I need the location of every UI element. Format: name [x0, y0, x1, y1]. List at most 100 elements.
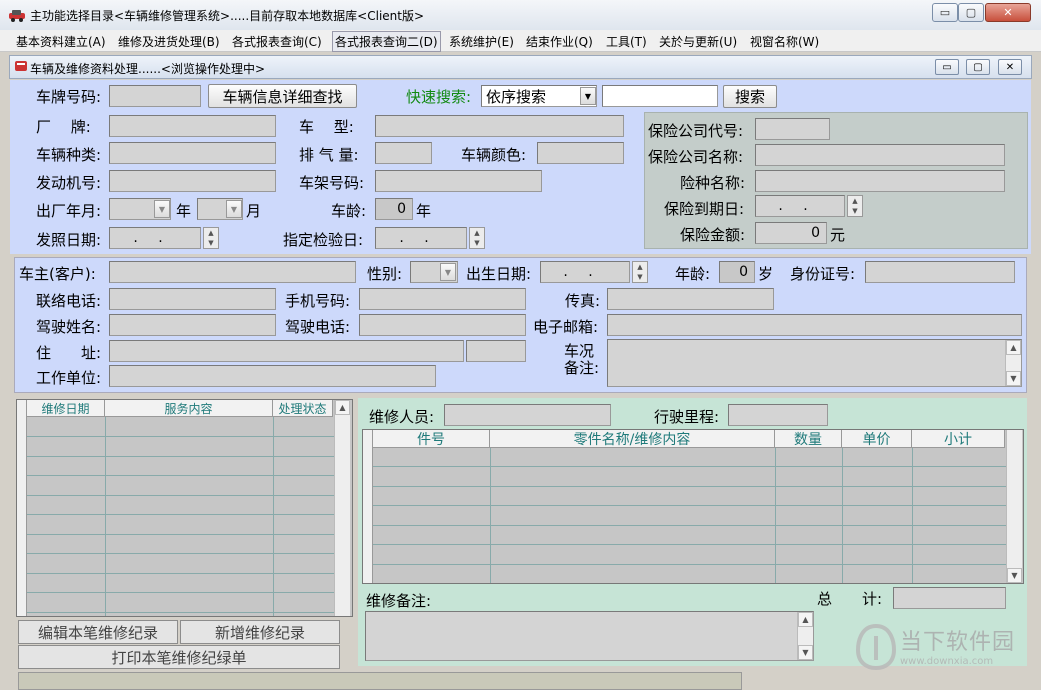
col-quantity[interactable]: 数量 — [775, 430, 842, 448]
scrollbar[interactable]: ▲ ▼ — [1005, 340, 1021, 386]
color-field[interactable] — [537, 142, 624, 164]
scrollbar[interactable]: ▼ — [1006, 430, 1022, 583]
address-field[interactable] — [109, 340, 464, 362]
frame-field[interactable] — [375, 170, 542, 192]
table-row[interactable] — [27, 514, 334, 515]
scrollbar[interactable]: ▲ ▼ — [797, 612, 813, 660]
maximize-button[interactable]: ▢ — [958, 3, 984, 22]
inspect-date-field[interactable]: . . — [375, 227, 467, 249]
menu-repair[interactable]: 维修及进货处理(B) — [118, 33, 220, 50]
driver-name-field[interactable] — [109, 314, 276, 336]
table-row[interactable] — [27, 436, 334, 437]
search-button[interactable]: 搜索 — [723, 85, 777, 108]
dropdown-arrow-icon[interactable]: ▼ — [226, 200, 242, 218]
driver-phone-field[interactable] — [359, 314, 526, 336]
fax-label: 传真: — [565, 292, 601, 310]
table-row[interactable] — [373, 544, 1006, 545]
month-unit: 月 — [246, 202, 262, 220]
model-field[interactable] — [375, 115, 624, 137]
quick-search-input[interactable] — [602, 85, 718, 107]
table-row[interactable] — [373, 466, 1006, 467]
displacement-label: 排 气 量: — [299, 146, 359, 164]
close-button[interactable]: ✕ — [985, 3, 1031, 22]
col-part-number[interactable]: 件号 — [373, 430, 490, 448]
table-row[interactable] — [27, 572, 334, 574]
col-part-name[interactable]: 零件名称/维修内容 — [490, 430, 775, 448]
menu-exit[interactable]: 结束作业(Q) — [526, 33, 593, 50]
made-date-label: 出厂年月: — [36, 202, 102, 220]
insurance-expire-field[interactable]: . . — [755, 195, 845, 217]
menu-about[interactable]: 关於与更新(U) — [659, 33, 737, 50]
insurer-code-field[interactable] — [755, 118, 830, 140]
col-repair-date[interactable]: 维修日期 — [27, 400, 105, 417]
repair-list-grid[interactable] — [16, 399, 353, 617]
plate-field[interactable] — [109, 85, 201, 107]
menu-window[interactable]: 视窗名称(W) — [750, 33, 819, 50]
child-minimize-button[interactable]: ▭ — [935, 59, 959, 75]
dropdown-arrow-icon[interactable]: ▼ — [154, 200, 170, 218]
insurance-amount-field[interactable]: 0 — [755, 222, 827, 244]
col-subtotal[interactable]: 小计 — [912, 430, 1005, 448]
scroll-up-icon[interactable]: ▲ — [335, 400, 350, 415]
table-row[interactable] — [373, 524, 1006, 526]
displacement-field[interactable] — [375, 142, 432, 164]
brand-field[interactable] — [109, 115, 276, 137]
scroll-up-icon[interactable]: ▲ — [1006, 340, 1021, 355]
spin-icon[interactable]: ▲ ▼ — [469, 227, 485, 249]
minimize-button[interactable]: ▭ — [932, 3, 958, 22]
email-field[interactable] — [607, 314, 1022, 336]
birth-date-field[interactable]: . . — [540, 261, 630, 283]
table-row[interactable] — [27, 533, 334, 535]
engine-field[interactable] — [109, 170, 276, 192]
spin-icon[interactable]: ▲ ▼ — [632, 261, 648, 283]
scroll-up-icon[interactable]: ▲ — [798, 612, 813, 627]
vehicle-type-field[interactable] — [109, 142, 276, 164]
spin-icon[interactable]: ▲ ▼ — [847, 195, 863, 217]
table-row[interactable] — [373, 563, 1006, 565]
scroll-down-icon[interactable]: ▼ — [1007, 568, 1022, 583]
table-row[interactable] — [27, 553, 334, 554]
print-repair-button[interactable]: 打印本笔维修纪绿单 — [18, 645, 340, 669]
scrollbar[interactable]: ▲ — [334, 400, 350, 616]
repair-staff-field[interactable] — [444, 404, 611, 426]
condition-remark-textarea[interactable] — [607, 339, 1022, 387]
table-row[interactable] — [373, 485, 1006, 487]
id-number-field[interactable] — [865, 261, 1015, 283]
parts-grid[interactable] — [362, 429, 1024, 584]
add-repair-button[interactable]: 新增维修纪录 — [180, 620, 340, 644]
mobile-field[interactable] — [359, 288, 526, 310]
child-close-button[interactable]: ✕ — [998, 59, 1022, 75]
menu-basic[interactable]: 基本资料建立(A) — [16, 33, 106, 50]
dropdown-arrow-icon[interactable]: ▼ — [580, 87, 596, 105]
table-row[interactable] — [27, 611, 334, 613]
fax-field[interactable] — [607, 288, 774, 310]
table-row[interactable] — [27, 455, 334, 457]
menu-reports[interactable]: 各式报表查询(C) — [232, 33, 322, 50]
mileage-field[interactable] — [728, 404, 828, 426]
col-status[interactable]: 处理状态 — [273, 400, 333, 417]
vehicle-detail-search-button[interactable]: 车辆信息详细查找 — [208, 84, 357, 108]
menu-reports-2[interactable]: 各式报表查询二(D) — [332, 31, 441, 52]
scroll-down-icon[interactable]: ▼ — [1006, 371, 1021, 386]
menu-tools[interactable]: 工具(T) — [606, 33, 647, 50]
menu-system[interactable]: 系统维护(E) — [449, 33, 514, 50]
table-row[interactable] — [27, 592, 334, 593]
contact-phone-field[interactable] — [109, 288, 276, 310]
postcode-field[interactable] — [466, 340, 526, 362]
scroll-down-icon[interactable]: ▼ — [798, 645, 813, 660]
table-row[interactable] — [27, 494, 334, 496]
table-row[interactable] — [27, 475, 334, 476]
child-maximize-button[interactable]: ▢ — [966, 59, 990, 75]
edit-repair-button[interactable]: 编辑本笔维修纪录 — [18, 620, 178, 644]
insurer-name-field[interactable] — [755, 144, 1005, 166]
dropdown-arrow-icon[interactable]: ▼ — [440, 263, 456, 281]
spin-icon[interactable]: ▲ ▼ — [203, 227, 219, 249]
insurance-type-field[interactable] — [755, 170, 1005, 192]
owner-field[interactable] — [109, 261, 356, 283]
col-service-content[interactable]: 服务内容 — [105, 400, 273, 417]
license-date-field[interactable]: . . — [109, 227, 201, 249]
work-unit-field[interactable] — [109, 365, 436, 387]
table-row[interactable] — [373, 505, 1006, 506]
repair-remark-textarea[interactable] — [365, 611, 814, 661]
col-unit-price[interactable]: 单价 — [842, 430, 912, 448]
